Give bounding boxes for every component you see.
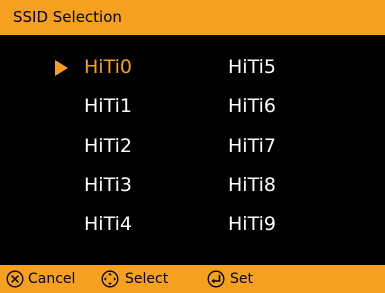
set-hint-label: Set [230,271,253,287]
circle-x-icon [6,270,24,288]
ssid-item-hiti5[interactable]: HiTi5 [228,56,276,78]
ssid-item-hiti0[interactable]: HiTi0 [84,56,132,78]
cancel-hint-label: Cancel [28,271,76,287]
ssid-item-hiti9[interactable]: HiTi9 [228,213,276,235]
footer-hint-bar: Cancel Select Set [0,265,385,293]
ssid-selection-screen: SSID Selection HiTi0 HiTi1 HiTi2 HiTi3 H… [0,0,385,293]
ssid-item-hiti4[interactable]: HiTi4 [84,213,132,235]
ssid-item-hiti1[interactable]: HiTi1 [84,95,132,117]
title-bar: SSID Selection [0,0,385,35]
ssid-item-hiti7[interactable]: HiTi7 [228,135,276,157]
enter-icon [207,270,225,288]
ssid-item-hiti6[interactable]: HiTi6 [228,95,276,117]
dpad-icon [101,270,119,288]
ssid-item-hiti2[interactable]: HiTi2 [84,135,132,157]
page-title: SSID Selection [13,8,122,26]
ssid-item-hiti3[interactable]: HiTi3 [84,174,132,196]
ssid-item-hiti8[interactable]: HiTi8 [228,174,276,196]
selection-arrow-icon [55,60,68,76]
select-hint-label: Select [125,271,169,287]
